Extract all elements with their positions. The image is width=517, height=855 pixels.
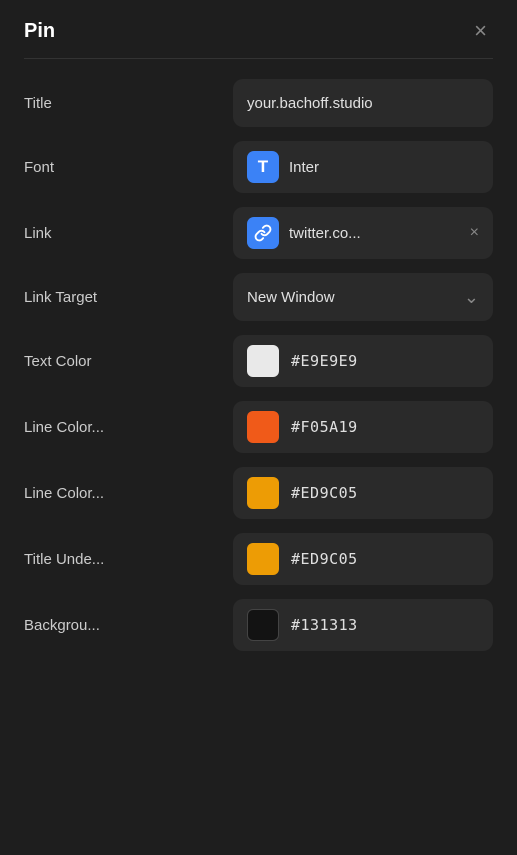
link-target-row: Link Target New Window ⌄ [24, 273, 493, 321]
line-color2-hex: #ED9C05 [291, 484, 358, 502]
line-color2-control[interactable]: #ED9C05 [233, 467, 493, 519]
background-control[interactable]: #131313 [233, 599, 493, 651]
font-label: Font [24, 159, 144, 176]
text-color-control[interactable]: #E9E9E9 [233, 335, 493, 387]
link-icon [247, 217, 279, 249]
line-color1-control[interactable]: #F05A19 [233, 401, 493, 453]
title-under-label: Title Unde... [24, 551, 144, 568]
text-color-hex: #E9E9E9 [291, 352, 358, 370]
line-color1-hex: #F05A19 [291, 418, 358, 436]
background-label: Backgrou... [24, 617, 144, 634]
fields-container: Title your.bachoff.studio Font T Inter L… [0, 59, 517, 671]
line-color1-swatch [247, 411, 279, 443]
background-swatch [247, 609, 279, 641]
link-label: Link [24, 225, 144, 242]
line-color1-label: Line Color... [24, 419, 144, 436]
link-row: Link twitter.co... × [24, 207, 493, 259]
link-target-value: New Window [247, 289, 464, 306]
text-color-swatch [247, 345, 279, 377]
font-value: Inter [289, 159, 479, 176]
line-color2-row: Line Color... #ED9C05 [24, 467, 493, 519]
link-target-control[interactable]: New Window ⌄ [233, 273, 493, 321]
line-color2-swatch [247, 477, 279, 509]
title-under-hex: #ED9C05 [291, 550, 358, 568]
close-button[interactable]: × [468, 18, 493, 44]
link-clear-button[interactable]: × [470, 224, 479, 242]
panel-header: Pin × [0, 0, 517, 58]
title-under-control[interactable]: #ED9C05 [233, 533, 493, 585]
text-color-label: Text Color [24, 353, 144, 370]
line-color1-row: Line Color... #F05A19 [24, 401, 493, 453]
link-target-label: Link Target [24, 289, 144, 306]
title-control[interactable]: your.bachoff.studio [233, 79, 493, 127]
link-control[interactable]: twitter.co... × [233, 207, 493, 259]
line-color2-label: Line Color... [24, 485, 144, 502]
title-row: Title your.bachoff.studio [24, 79, 493, 127]
title-label: Title [24, 95, 144, 112]
link-value: twitter.co... [289, 225, 464, 242]
font-icon: T [247, 151, 279, 183]
pin-panel: Pin × Title your.bachoff.studio Font T I… [0, 0, 517, 855]
background-row: Backgrou... #131313 [24, 599, 493, 651]
title-value: your.bachoff.studio [247, 95, 479, 112]
title-under-swatch [247, 543, 279, 575]
chevron-down-icon: ⌄ [464, 287, 479, 308]
text-color-row: Text Color #E9E9E9 [24, 335, 493, 387]
panel-title: Pin [24, 20, 55, 43]
font-control[interactable]: T Inter [233, 141, 493, 193]
background-hex: #131313 [291, 616, 358, 634]
title-under-row: Title Unde... #ED9C05 [24, 533, 493, 585]
font-row: Font T Inter [24, 141, 493, 193]
